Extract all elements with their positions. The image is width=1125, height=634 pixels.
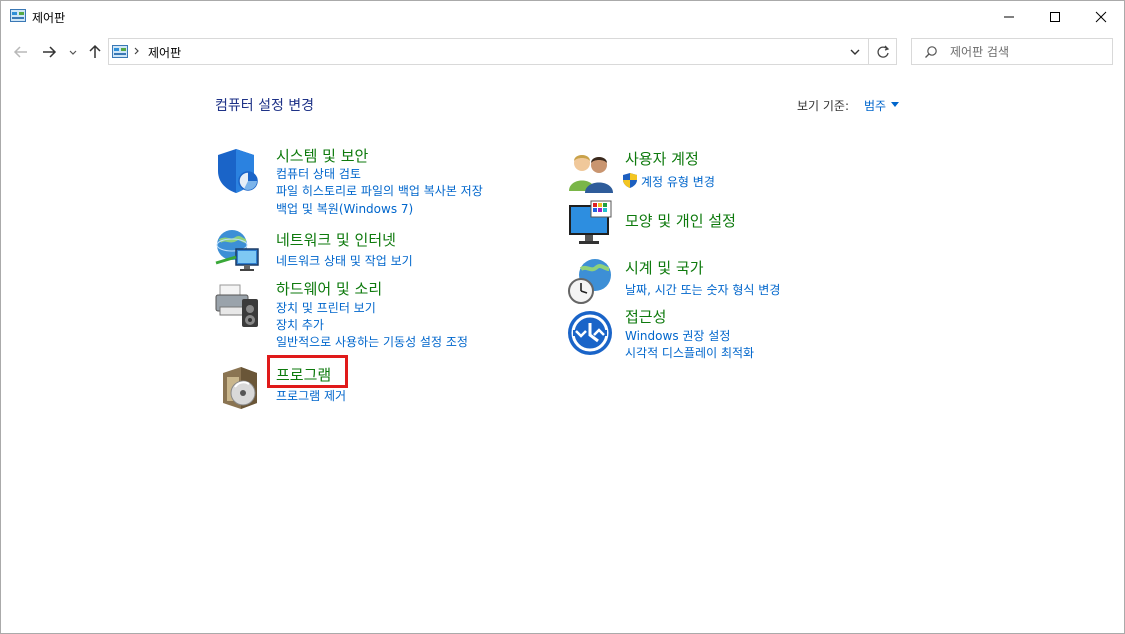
minimize-icon <box>1004 16 1014 17</box>
highlight-box <box>267 355 348 388</box>
close-button[interactable] <box>1078 1 1124 32</box>
search-icon <box>925 46 937 58</box>
minimize-button[interactable] <box>986 1 1032 32</box>
link-backup-restore[interactable]: 백업 및 복원(Windows 7) <box>276 200 413 217</box>
uac-shield-icon <box>623 173 637 188</box>
ease-of-access-icon[interactable] <box>567 309 615 357</box>
breadcrumb-chevron-icon[interactable] <box>132 42 142 60</box>
category-title-appearance[interactable]: 모양 및 개인 설정 <box>625 210 736 231</box>
monitor-palette-icon[interactable] <box>567 199 615 247</box>
category-title-hardware-sound[interactable]: 하드웨어 및 소리 <box>276 278 382 299</box>
maximize-button[interactable] <box>1032 1 1078 32</box>
view-by-label: 보기 기준: <box>797 99 850 113</box>
forward-arrow-icon[interactable] <box>39 42 59 62</box>
category-title-network-internet[interactable]: 네트워크 및 인터넷 <box>276 229 396 250</box>
control-panel-window: 제어판 제어판 제어판 검색 컴퓨터 설정 변경 보기 기준: 범주 시스템 및… <box>0 0 1125 634</box>
link-devices-printers[interactable]: 장치 및 프린터 보기 <box>276 299 376 316</box>
link-add-device[interactable]: 장치 추가 <box>276 316 324 333</box>
back-arrow-icon[interactable] <box>11 42 31 62</box>
title-bar: 제어판 <box>1 1 1124 32</box>
link-file-history-backup[interactable]: 파일 히스토리로 파일의 백업 복사본 저장 <box>276 182 483 199</box>
recent-locations-chevron-icon[interactable] <box>67 42 79 62</box>
link-network-status[interactable]: 네트워크 상태 및 작업 보기 <box>276 252 413 269</box>
network-globe-icon[interactable] <box>214 227 262 275</box>
chevron-down-icon[interactable] <box>847 44 863 60</box>
up-arrow-icon[interactable] <box>85 42 105 62</box>
maximize-icon <box>1050 11 1060 22</box>
search-box[interactable] <box>911 38 1113 65</box>
refresh-button[interactable] <box>869 38 897 65</box>
link-uninstall-program[interactable]: 프로그램 제거 <box>276 387 346 404</box>
link-recommended-settings[interactable]: Windows 권장 설정 <box>625 327 730 344</box>
refresh-icon <box>876 45 889 58</box>
programs-disc-icon[interactable] <box>219 363 267 411</box>
category-title-clock-region[interactable]: 시계 및 국가 <box>625 257 704 278</box>
category-title-system-security[interactable]: 시스템 및 보안 <box>276 145 368 166</box>
search-input[interactable] <box>950 43 1100 61</box>
link-mobility-settings[interactable]: 일반적으로 사용하는 기동성 설정 조정 <box>276 333 468 350</box>
printer-speaker-icon[interactable] <box>214 281 262 329</box>
link-date-time-format[interactable]: 날짜, 시간 또는 숫자 형식 변경 <box>625 281 780 298</box>
window-title: 제어판 <box>32 11 66 25</box>
link-change-account-type[interactable]: 계정 유형 변경 <box>641 173 715 190</box>
caret-down-icon[interactable] <box>891 102 899 107</box>
control-panel-icon <box>112 45 128 58</box>
category-title-user-accounts[interactable]: 사용자 계정 <box>625 148 699 169</box>
address-bar[interactable]: 제어판 <box>108 38 869 65</box>
category-title-ease-of-access[interactable]: 접근성 <box>625 306 666 327</box>
shield-icon[interactable] <box>214 147 262 195</box>
link-review-computer-status[interactable]: 컴퓨터 상태 검토 <box>276 165 361 182</box>
navigation-bar: 제어판 <box>1 32 1124 72</box>
page-title: 컴퓨터 설정 변경 <box>215 98 315 114</box>
control-panel-icon <box>10 9 26 22</box>
users-icon[interactable] <box>567 149 615 197</box>
view-by-dropdown[interactable]: 범주 <box>864 97 886 114</box>
breadcrumb-item[interactable]: 제어판 <box>148 44 181 61</box>
clock-globe-icon[interactable] <box>567 257 615 305</box>
link-optimize-display[interactable]: 시각적 디스플레이 최적화 <box>625 344 754 361</box>
close-icon <box>1095 11 1107 22</box>
